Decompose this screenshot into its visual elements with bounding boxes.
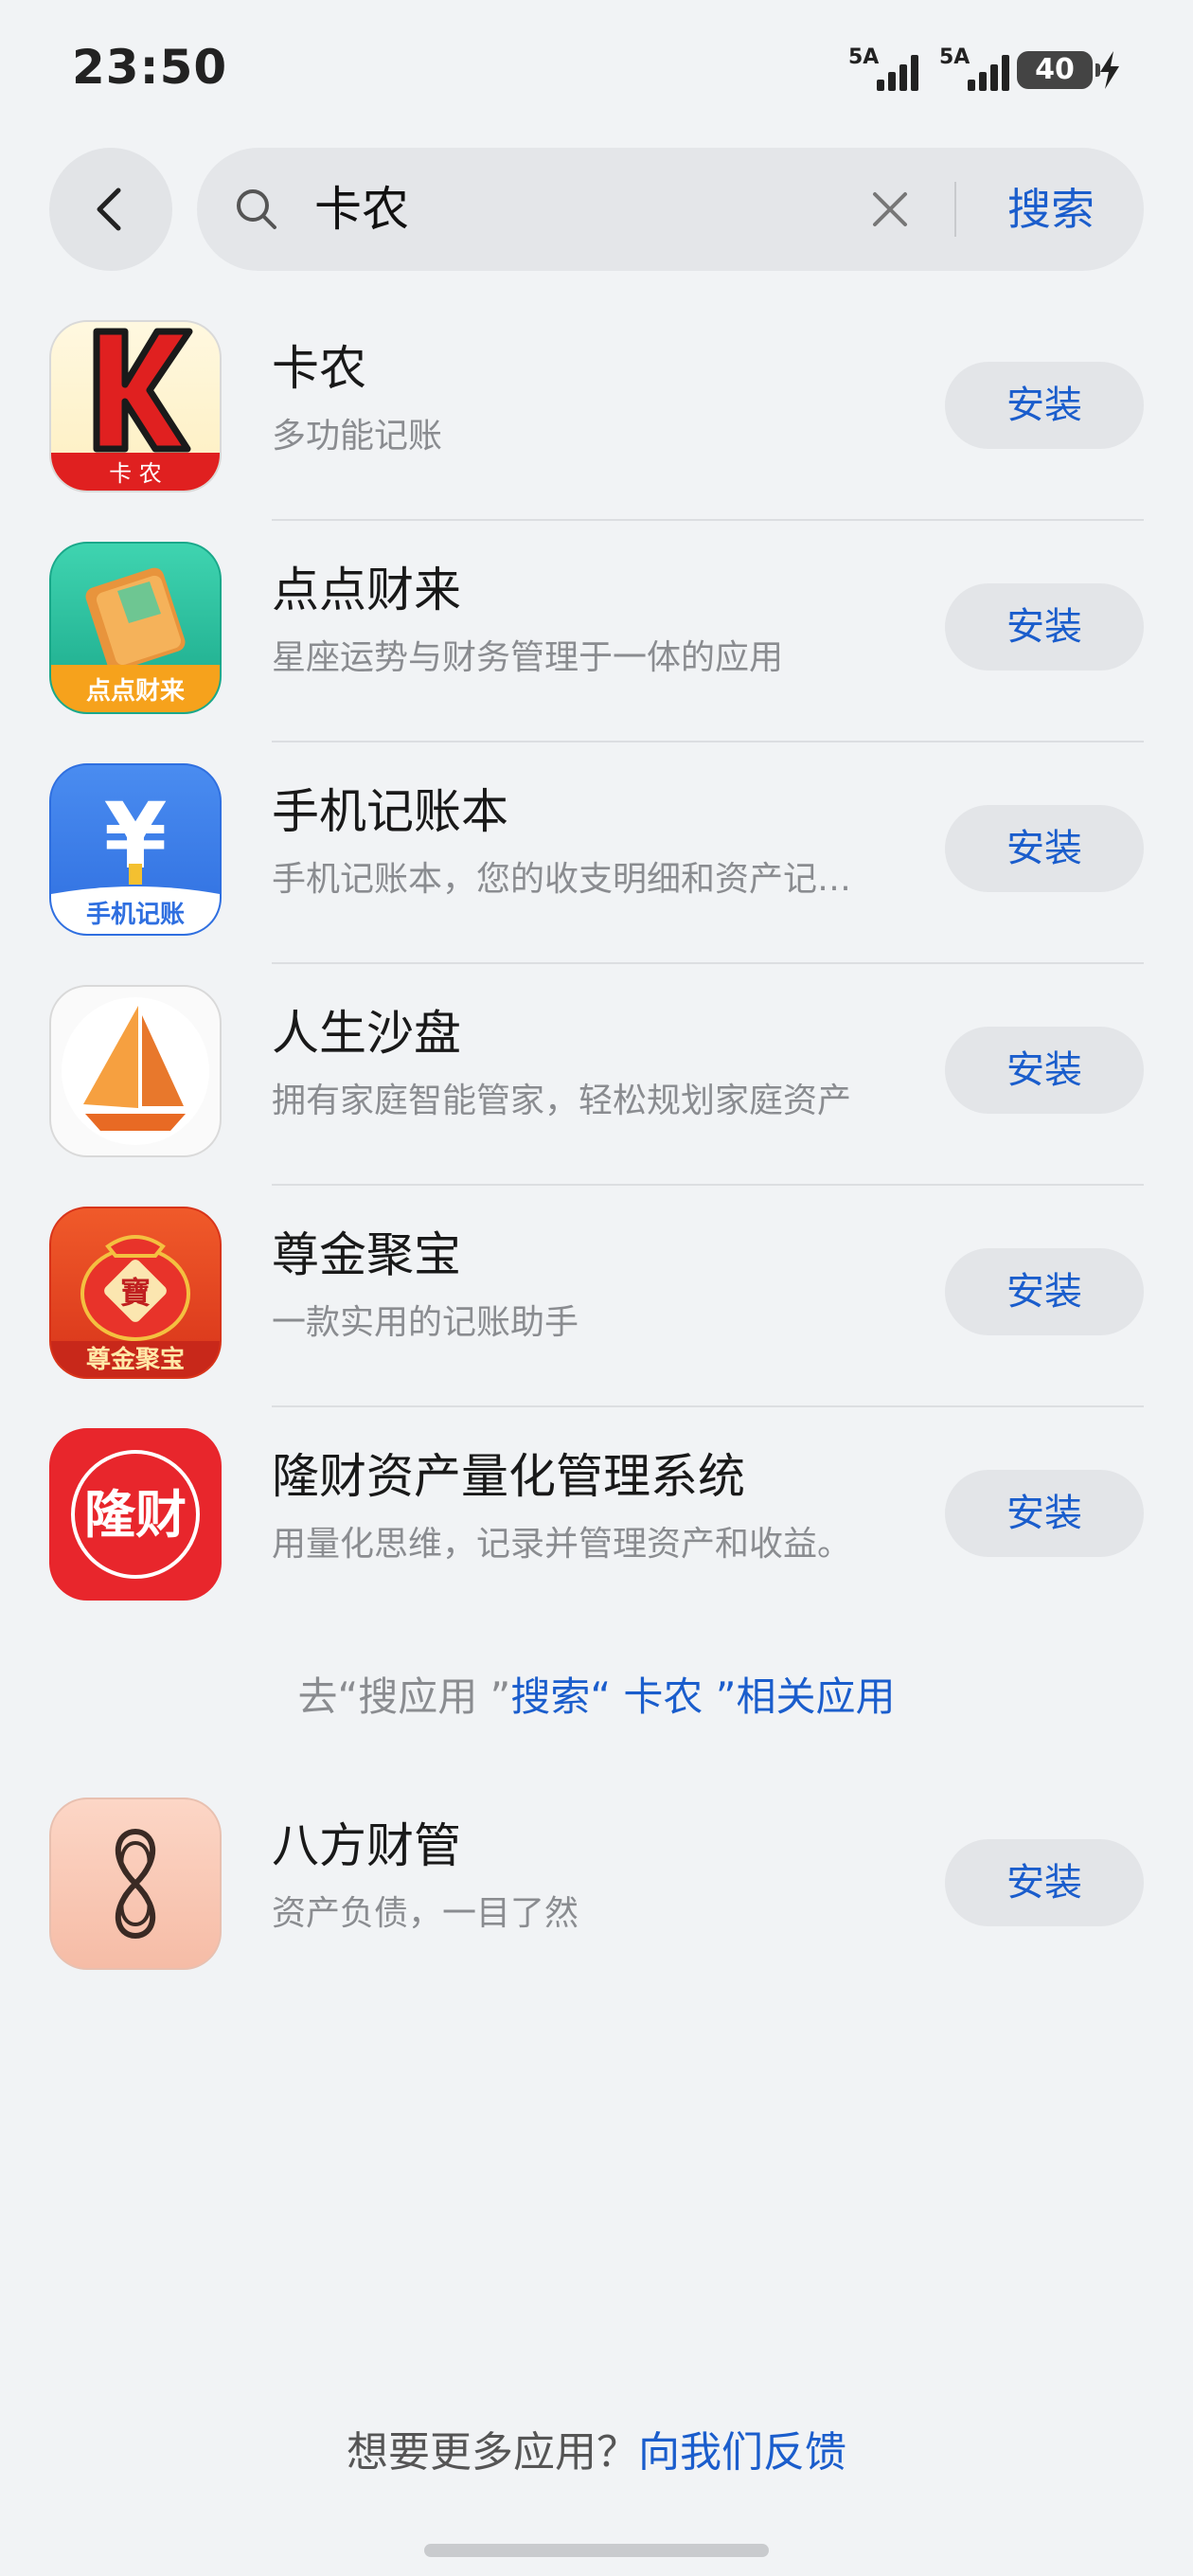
- longcai-seal-icon: 隆财: [71, 1450, 200, 1579]
- app-name[interactable]: 八方财管: [272, 1816, 461, 1875]
- list-item[interactable]: 隆财 隆财资产量化管理系统 用量化思维，记录并管理资产和收益。 安装: [0, 1428, 1193, 1650]
- install-button[interactable]: 安装: [945, 583, 1144, 671]
- app-icon-kanong[interactable]: 卡 农: [49, 320, 222, 492]
- k-logo-icon: 卡 农: [51, 328, 220, 491]
- divider: [272, 1184, 1144, 1186]
- chevron-left-icon: [97, 188, 121, 231]
- list-item[interactable]: 寶 尊金聚宝 尊金聚宝 一款实用的记账助手 安装: [0, 1207, 1193, 1428]
- app-icon-bafang[interactable]: [49, 1798, 222, 1970]
- app-icon-zunjin[interactable]: 寶 尊金聚宝: [49, 1207, 222, 1379]
- app-description: 星座运势与财务管理于一体的应用: [272, 638, 784, 677]
- app-icon-rensheng[interactable]: [49, 985, 222, 1157]
- app-icon-longcai[interactable]: 隆财: [49, 1428, 222, 1601]
- clock: 23:50: [72, 40, 228, 95]
- divider: [272, 1405, 1144, 1407]
- battery-icon: 40: [1017, 51, 1100, 89]
- home-indicator[interactable]: [424, 2544, 769, 2557]
- search-button[interactable]: 搜索: [1007, 176, 1095, 242]
- app-icon-shouji[interactable]: ¥ 手机记账: [49, 763, 222, 936]
- icon-symbol: 寶: [120, 1275, 151, 1311]
- app-name[interactable]: 点点财来: [272, 561, 461, 619]
- sailboat-icon: [62, 997, 209, 1145]
- icon-label: 卡 农: [109, 460, 162, 487]
- list-item[interactable]: 卡 农 卡农 多功能记账 安装: [0, 320, 1193, 542]
- install-button[interactable]: 安装: [945, 1248, 1144, 1335]
- feedback-prefix: 想要更多应用？: [347, 2428, 638, 2477]
- app-name[interactable]: 卡农: [272, 339, 366, 398]
- more-link-prefix: 去“搜应用 ”: [297, 1673, 511, 1720]
- list-item[interactable]: ¥ 手机记账 手机记账本 手机记账本，您的收支明细和资产记… 安装: [0, 763, 1193, 985]
- signal-sim1-icon: 5A: [848, 45, 924, 91]
- app-name[interactable]: 人生沙盘: [272, 1004, 461, 1063]
- list-item[interactable]: 点点财来 点点财来 星座运势与财务管理于一体的应用 安装: [0, 542, 1193, 763]
- list-item[interactable]: 八方财管 资产负债，一目了然 安装: [0, 1798, 1193, 2019]
- status-bar: 23:50 5A 5A 40: [0, 0, 1193, 133]
- feedback-prompt: 想要更多应用？向我们反馈: [0, 2424, 1193, 2481]
- search-bar[interactable]: 卡农 搜索: [197, 148, 1144, 271]
- yuan-pencil-icon: ¥ 手机记账: [51, 783, 220, 934]
- search-input[interactable]: 卡农: [314, 176, 409, 242]
- feedback-link[interactable]: 向我们反馈: [638, 2428, 846, 2477]
- signal-sim2-icon: 5A: [939, 45, 1015, 91]
- app-description: 拥有家庭智能管家，轻松规划家庭资产: [272, 1082, 852, 1120]
- list-item[interactable]: 人生沙盘 拥有家庭智能管家，轻松规划家庭资产 安装: [0, 985, 1193, 1207]
- app-icon-diandian[interactable]: 点点财来: [49, 542, 222, 714]
- app-description: 资产负债，一目了然: [272, 1894, 579, 1933]
- icon-label: 手机记账: [86, 901, 185, 929]
- app-description: 手机记账本，您的收支明细和资产记…: [272, 860, 852, 899]
- charging-icon: [1100, 51, 1119, 89]
- eight-knot-icon: [115, 1828, 155, 1940]
- icon-label: 点点财来: [86, 676, 186, 706]
- icon-label: 尊金聚宝: [86, 1345, 185, 1374]
- battery-level: 40: [1035, 53, 1075, 86]
- install-button[interactable]: 安装: [945, 1470, 1144, 1557]
- install-button[interactable]: 安装: [945, 1027, 1144, 1114]
- app-description: 一款实用的记账助手: [272, 1303, 579, 1342]
- divider: [272, 962, 1144, 964]
- install-button[interactable]: 安装: [945, 805, 1144, 892]
- app-description: 用量化思维，记录并管理资产和收益。: [272, 1525, 852, 1564]
- divider: [272, 741, 1144, 742]
- install-button[interactable]: 安装: [945, 1839, 1144, 1926]
- app-name[interactable]: 隆财资产量化管理系统: [272, 1447, 745, 1506]
- search-icon: [237, 189, 276, 229]
- more-link-action[interactable]: 搜索“ 卡农 ”相关应用: [510, 1673, 895, 1720]
- book-icon: 点点财来: [51, 567, 220, 712]
- divider: [272, 519, 1144, 521]
- app-name[interactable]: 尊金聚宝: [272, 1225, 461, 1284]
- app-description: 多功能记账: [272, 417, 443, 456]
- back-button[interactable]: [49, 148, 172, 271]
- search-more-link[interactable]: 去“搜应用 ”搜索“ 卡农 ”相关应用: [0, 1669, 1193, 1726]
- clear-icon[interactable]: [867, 187, 913, 232]
- install-button[interactable]: 安装: [945, 362, 1144, 449]
- search-divider: [954, 182, 956, 237]
- app-name[interactable]: 手机记账本: [272, 782, 508, 841]
- icon-label: 隆财: [84, 1484, 187, 1545]
- treasure-bag-icon: 寶 尊金聚宝: [51, 1235, 220, 1377]
